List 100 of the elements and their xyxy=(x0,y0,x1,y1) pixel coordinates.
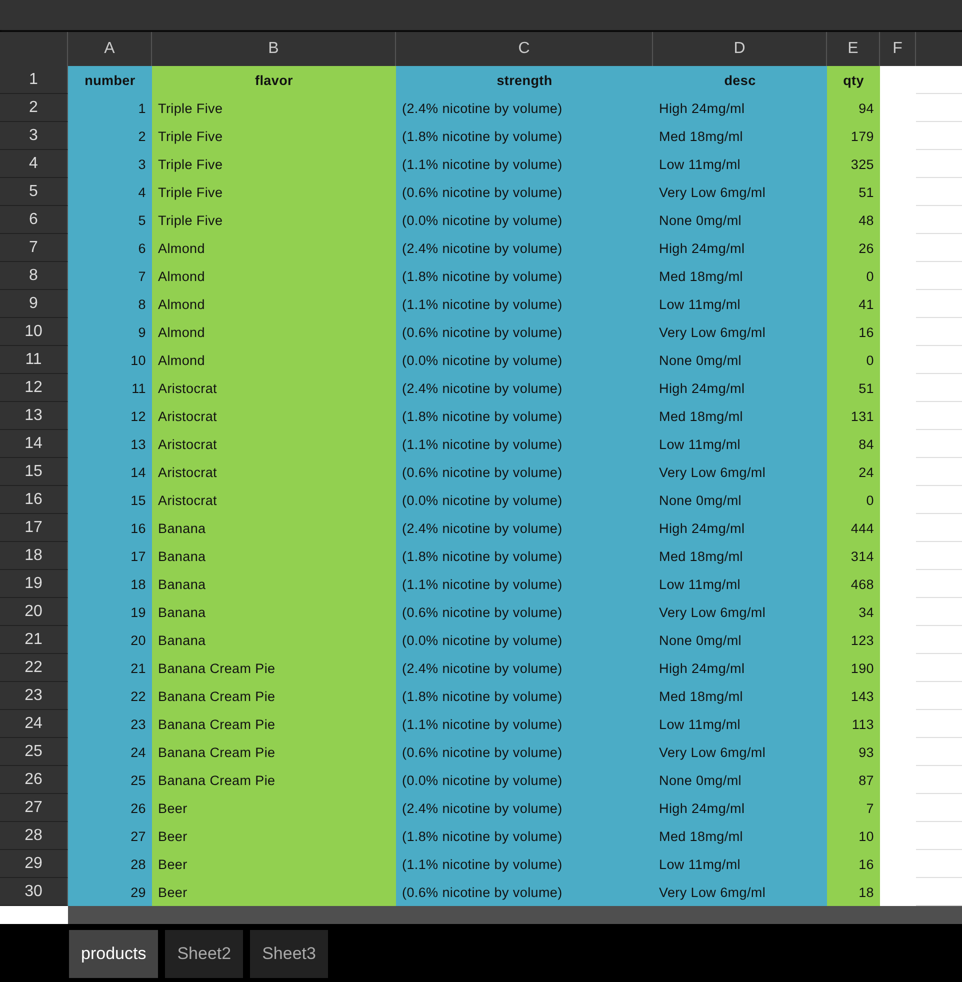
table-cell: 87 xyxy=(827,766,880,794)
table-cell: Triple Five xyxy=(152,178,396,206)
table-cell: (1.8% nicotine by volume) xyxy=(396,682,653,710)
table-cell: Banana Cream Pie xyxy=(152,710,396,738)
table-cell: (0.0% nicotine by volume) xyxy=(396,766,653,794)
table-cell: 10 xyxy=(827,822,880,850)
table-cell: (0.0% nicotine by volume) xyxy=(396,206,653,234)
table-cell: 94 xyxy=(827,94,880,122)
table-cell: (2.4% nicotine by volume) xyxy=(396,94,653,122)
table-cell: Almond xyxy=(152,346,396,374)
table-cell: Banana xyxy=(152,542,396,570)
table-cell: Banana xyxy=(152,570,396,598)
table-cell: Beer xyxy=(152,794,396,822)
table-cell: (1.8% nicotine by volume) xyxy=(396,402,653,430)
table-cell: (1.1% nicotine by volume) xyxy=(396,290,653,318)
table-cell: (0.0% nicotine by volume) xyxy=(396,626,653,654)
row-header[interactable]: 12 xyxy=(0,374,68,402)
row-header[interactable]: 9 xyxy=(0,290,68,318)
row-header[interactable]: 13 xyxy=(0,402,68,430)
table-cell: Banana Cream Pie xyxy=(152,682,396,710)
table-cell: desc xyxy=(653,66,827,94)
row-header[interactable]: 26 xyxy=(0,766,68,794)
row-header[interactable]: 27 xyxy=(0,794,68,822)
row-header[interactable]: 19 xyxy=(0,570,68,598)
table-cell: 25 xyxy=(68,766,152,794)
table-cell: strength xyxy=(396,66,653,94)
row-header[interactable]: 1 xyxy=(0,66,68,94)
sheet-tab[interactable]: products xyxy=(69,930,158,978)
table-cell: Triple Five xyxy=(152,94,396,122)
table-cell: 24 xyxy=(68,738,152,766)
table-cell: Banana xyxy=(152,626,396,654)
row-header[interactable]: 20 xyxy=(0,598,68,626)
row-header[interactable]: 18 xyxy=(0,542,68,570)
table-cell: number xyxy=(68,66,152,94)
row-header[interactable]: 4 xyxy=(0,150,68,178)
table-cell: 34 xyxy=(827,598,880,626)
table-cell: 4 xyxy=(68,178,152,206)
row-header[interactable]: 17 xyxy=(0,514,68,542)
table-cell: Triple Five xyxy=(152,122,396,150)
row-header[interactable]: 3 xyxy=(0,122,68,150)
row-header[interactable]: 2 xyxy=(0,94,68,122)
table-cell: (0.6% nicotine by volume) xyxy=(396,878,653,906)
table-cell: Almond xyxy=(152,262,396,290)
row-header[interactable]: 6 xyxy=(0,206,68,234)
table-cell: 131 xyxy=(827,402,880,430)
table-cell: Aristocrat xyxy=(152,374,396,402)
sheet-tab[interactable]: Sheet2 xyxy=(165,930,244,978)
table-cell: Low 11mg/ml xyxy=(653,570,827,598)
row-header[interactable]: 5 xyxy=(0,178,68,206)
table-cell: 27 xyxy=(68,822,152,850)
row-header[interactable]: 8 xyxy=(0,262,68,290)
row-header[interactable]: 25 xyxy=(0,738,68,766)
table-cell: 51 xyxy=(827,178,880,206)
table-cell: None 0mg/ml xyxy=(653,766,827,794)
sheet-tab[interactable]: Sheet3 xyxy=(250,930,328,978)
table-cell: 15 xyxy=(68,486,152,514)
table-cell: 0 xyxy=(827,262,880,290)
table-cell: Beer xyxy=(152,878,396,906)
table-cell: Banana Cream Pie xyxy=(152,766,396,794)
table-cell: Very Low 6mg/ml xyxy=(653,738,827,766)
row-header[interactable]: 15 xyxy=(0,458,68,486)
table-cell: (1.1% nicotine by volume) xyxy=(396,710,653,738)
row-header[interactable]: 7 xyxy=(0,234,68,262)
table-cell: 17 xyxy=(68,542,152,570)
row-header[interactable]: 22 xyxy=(0,654,68,682)
row-header[interactable]: 16 xyxy=(0,486,68,514)
table-cell: High 24mg/ml xyxy=(653,94,827,122)
table-cell: 123 xyxy=(827,626,880,654)
table-cell: Low 11mg/ml xyxy=(653,850,827,878)
horizontal-scrollbar[interactable] xyxy=(68,906,962,924)
row-header[interactable]: 30 xyxy=(0,878,68,906)
table-cell: 444 xyxy=(827,514,880,542)
table-cell: Almond xyxy=(152,290,396,318)
table-cell: Low 11mg/ml xyxy=(653,290,827,318)
row-header[interactable]: 23 xyxy=(0,682,68,710)
table-cell: High 24mg/ml xyxy=(653,794,827,822)
table-cell: High 24mg/ml xyxy=(653,234,827,262)
table-cell: 468 xyxy=(827,570,880,598)
row-header[interactable]: 24 xyxy=(0,710,68,738)
row-header[interactable]: 28 xyxy=(0,822,68,850)
row-header[interactable]: 29 xyxy=(0,850,68,878)
table-cell: 84 xyxy=(827,430,880,458)
table-cell: High 24mg/ml xyxy=(653,654,827,682)
row-header[interactable]: 11 xyxy=(0,346,68,374)
table-cell: Med 18mg/ml xyxy=(653,822,827,850)
table-cell: 93 xyxy=(827,738,880,766)
table-cell: Low 11mg/ml xyxy=(653,710,827,738)
table-cell: 2 xyxy=(68,122,152,150)
row-header[interactable]: 21 xyxy=(0,626,68,654)
table-cell: 22 xyxy=(68,682,152,710)
table-cell: Med 18mg/ml xyxy=(653,682,827,710)
row-header[interactable]: 14 xyxy=(0,430,68,458)
table-cell: (1.8% nicotine by volume) xyxy=(396,822,653,850)
table-cell: Beer xyxy=(152,850,396,878)
table-cell: (1.8% nicotine by volume) xyxy=(396,542,653,570)
table-cell: Very Low 6mg/ml xyxy=(653,458,827,486)
table-cell: 16 xyxy=(68,514,152,542)
table-cell: Very Low 6mg/ml xyxy=(653,598,827,626)
table-cell: 48 xyxy=(827,206,880,234)
row-header[interactable]: 10 xyxy=(0,318,68,346)
